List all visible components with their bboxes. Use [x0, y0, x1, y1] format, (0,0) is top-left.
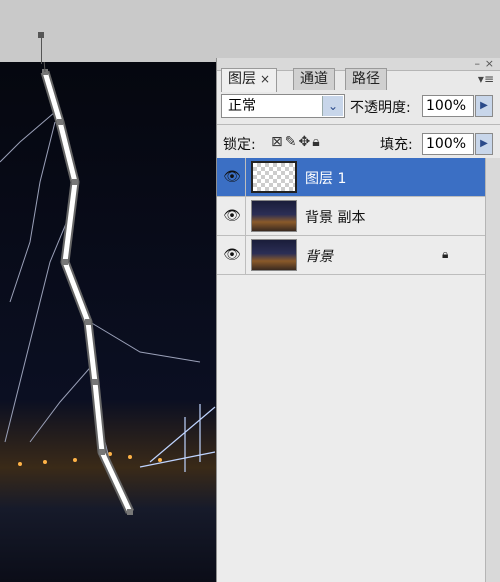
document-canvas[interactable] [0, 62, 230, 582]
tab-channels[interactable]: 通道 [293, 68, 335, 90]
fill-input[interactable]: 100% [422, 133, 474, 155]
path-handle-line [41, 38, 42, 64]
tab-label: 通道 [300, 71, 328, 87]
layer-thumbnail [251, 200, 297, 232]
fill-label: 填充: [380, 137, 413, 153]
layer-thumbnail [251, 161, 297, 193]
lock-options: ⊠✎✥🔒︎ [271, 134, 322, 150]
opacity-value: 100% [426, 98, 467, 114]
fill-arrow-button[interactable]: ▶ [475, 133, 493, 155]
panel-tabs: 图层 × 通道 路径 [221, 68, 500, 92]
layer-name: 背景 副本 [305, 210, 366, 226]
tab-layers[interactable]: 图层 × [221, 68, 278, 92]
opacity-label: 不透明度: [350, 100, 411, 116]
layer-row[interactable]: 👁︎ 背景 副本 [217, 197, 486, 236]
lock-transparent-icon[interactable]: ⊠ [271, 134, 285, 150]
lock-paint-icon[interactable]: ✎ [285, 134, 299, 150]
lock-all-icon[interactable]: 🔒︎ [312, 134, 321, 150]
blend-mode-select[interactable]: 正常 ⌄ [221, 94, 345, 118]
fill-value: 100% [426, 136, 467, 152]
opacity-arrow-button[interactable]: ▶ [475, 95, 493, 117]
eye-icon[interactable]: 👁︎ [219, 236, 246, 274]
lock-label: 锁定: [223, 137, 256, 153]
layer-name: 背景 [305, 249, 333, 265]
tab-paths[interactable]: 路径 [345, 68, 387, 90]
eye-icon[interactable]: 👁︎ [219, 158, 246, 196]
panel-menu-icon[interactable]: ▾≡ [478, 72, 494, 86]
layer-row[interactable]: 👁︎ 背景 🔒︎ [217, 236, 486, 275]
layers-panel: – × 图层 × 通道 路径 ▾≡ 正常 ⌄ 不透明度: 100% ▶ 锁定: ⊠… [216, 57, 500, 582]
blend-mode-value: 正常 [228, 98, 256, 114]
divider [217, 124, 500, 125]
layer-thumbnail [251, 239, 297, 271]
layer-row[interactable]: 👁︎ 图层 1 [217, 158, 486, 197]
layer-name: 图层 1 [305, 171, 347, 187]
blend-opacity-row: 正常 ⌄ 不透明度: 100% ▶ [221, 94, 496, 120]
eye-icon[interactable]: 👁︎ [219, 197, 246, 235]
layer-list: 👁︎ 图层 1 👁︎ 背景 副本 👁︎ 背景 🔒︎ [217, 158, 486, 582]
scrollbar[interactable] [485, 158, 500, 582]
lock-move-icon[interactable]: ✥ [298, 134, 312, 150]
opacity-input[interactable]: 100% [422, 95, 474, 117]
tab-label: 路径 [352, 71, 380, 87]
lock-icon: 🔒︎ [442, 247, 449, 261]
tab-label: 图层 [228, 71, 256, 87]
tab-close-icon[interactable]: × [260, 72, 270, 86]
chevron-down-icon[interactable]: ⌄ [322, 96, 343, 116]
